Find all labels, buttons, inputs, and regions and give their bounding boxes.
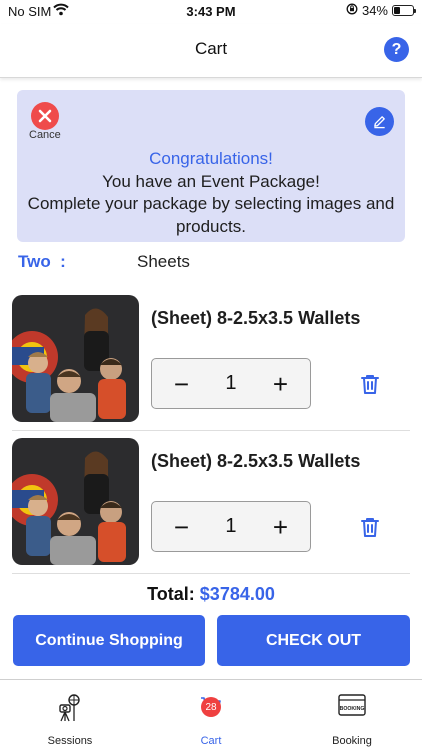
camera-tripod-icon — [57, 694, 83, 727]
congrats-heading: Congratulations! — [149, 149, 273, 168]
help-icon: ? — [391, 40, 402, 58]
package-banner: Cance Congratulations! You have an Event… — [17, 90, 405, 242]
item-title: (Sheet) 8-2.5x3.5 Wallets — [151, 308, 361, 328]
package-label: Two : — [18, 252, 66, 271]
tab-sessions[interactable]: Sessions — [0, 680, 140, 750]
cart-count-badge: 28 — [201, 697, 221, 717]
banner-message: Congratulations! You have an Event Packa… — [17, 148, 405, 238]
decrement-button[interactable]: − — [166, 512, 196, 542]
continue-shopping-button[interactable]: Continue Shopping — [13, 615, 205, 666]
item-title: (Sheet) 8-2.5x3.5 Wallets — [151, 451, 361, 471]
edit-button[interactable] — [365, 107, 394, 136]
product-photo[interactable] — [12, 438, 139, 565]
page-title: Cart — [194, 39, 228, 58]
battery-fill — [394, 7, 401, 14]
tab-label: Sessions — [47, 735, 93, 747]
quantity-value: 1 — [225, 515, 237, 537]
increment-button[interactable]: + — [266, 369, 296, 399]
cancel-label: Cance — [29, 129, 61, 141]
battery-icon — [392, 5, 416, 16]
product-photo[interactable] — [12, 295, 139, 422]
cart-item: (Sheet) 8-2.5x3.5 Wallets − 1 + — [12, 438, 410, 574]
banner-line-2: Complete your package by selecting image… — [27, 194, 395, 236]
close-icon — [38, 109, 52, 123]
trash-icon — [361, 375, 379, 394]
decrement-button[interactable]: − — [166, 369, 196, 399]
delete-button[interactable] — [358, 515, 382, 539]
checkout-button[interactable]: CHECK OUT — [217, 615, 410, 666]
quantity-value: 1 — [225, 372, 237, 394]
booking-icon-text: BOOKING — [340, 706, 365, 712]
quantity-stepper: − 1 + — [151, 501, 311, 552]
banner-line-1: You have an Event Package! — [102, 171, 320, 191]
cancel-button[interactable] — [31, 102, 59, 130]
cart-item: (Sheet) 8-2.5x3.5 Wallets − 1 + — [12, 295, 410, 431]
package-row: Two : Sheets — [18, 252, 398, 274]
cart-total: Total: $3784.00 — [0, 584, 422, 605]
battery-percent: 34% — [361, 3, 388, 18]
tab-booking[interactable]: BOOKING Booking — [282, 680, 422, 750]
help-button[interactable]: ? — [384, 37, 409, 62]
total-label: Total: — [147, 584, 195, 604]
pencil-icon — [374, 116, 385, 129]
nav-bar: Cart ? — [0, 24, 422, 78]
status-right: 34% — [346, 3, 416, 18]
trash-icon — [361, 518, 379, 537]
quantity-stepper: − 1 + — [151, 358, 311, 409]
group-photo-image — [12, 438, 139, 565]
booking-icon: BOOKING — [338, 694, 366, 721]
tab-bar: Sessions Cart 28 BOOKING Booking — [0, 679, 422, 750]
tab-label: Cart — [200, 735, 222, 747]
package-value: Sheets — [137, 252, 190, 271]
total-amount: $3784.00 — [199, 584, 275, 604]
delete-button[interactable] — [358, 372, 382, 396]
group-photo-image — [12, 295, 139, 422]
tab-label: Booking — [332, 735, 372, 747]
orientation-lock-icon — [346, 3, 358, 18]
increment-button[interactable]: + — [266, 512, 296, 542]
status-bar: No SIM 3:43 PM 34% — [0, 0, 422, 24]
